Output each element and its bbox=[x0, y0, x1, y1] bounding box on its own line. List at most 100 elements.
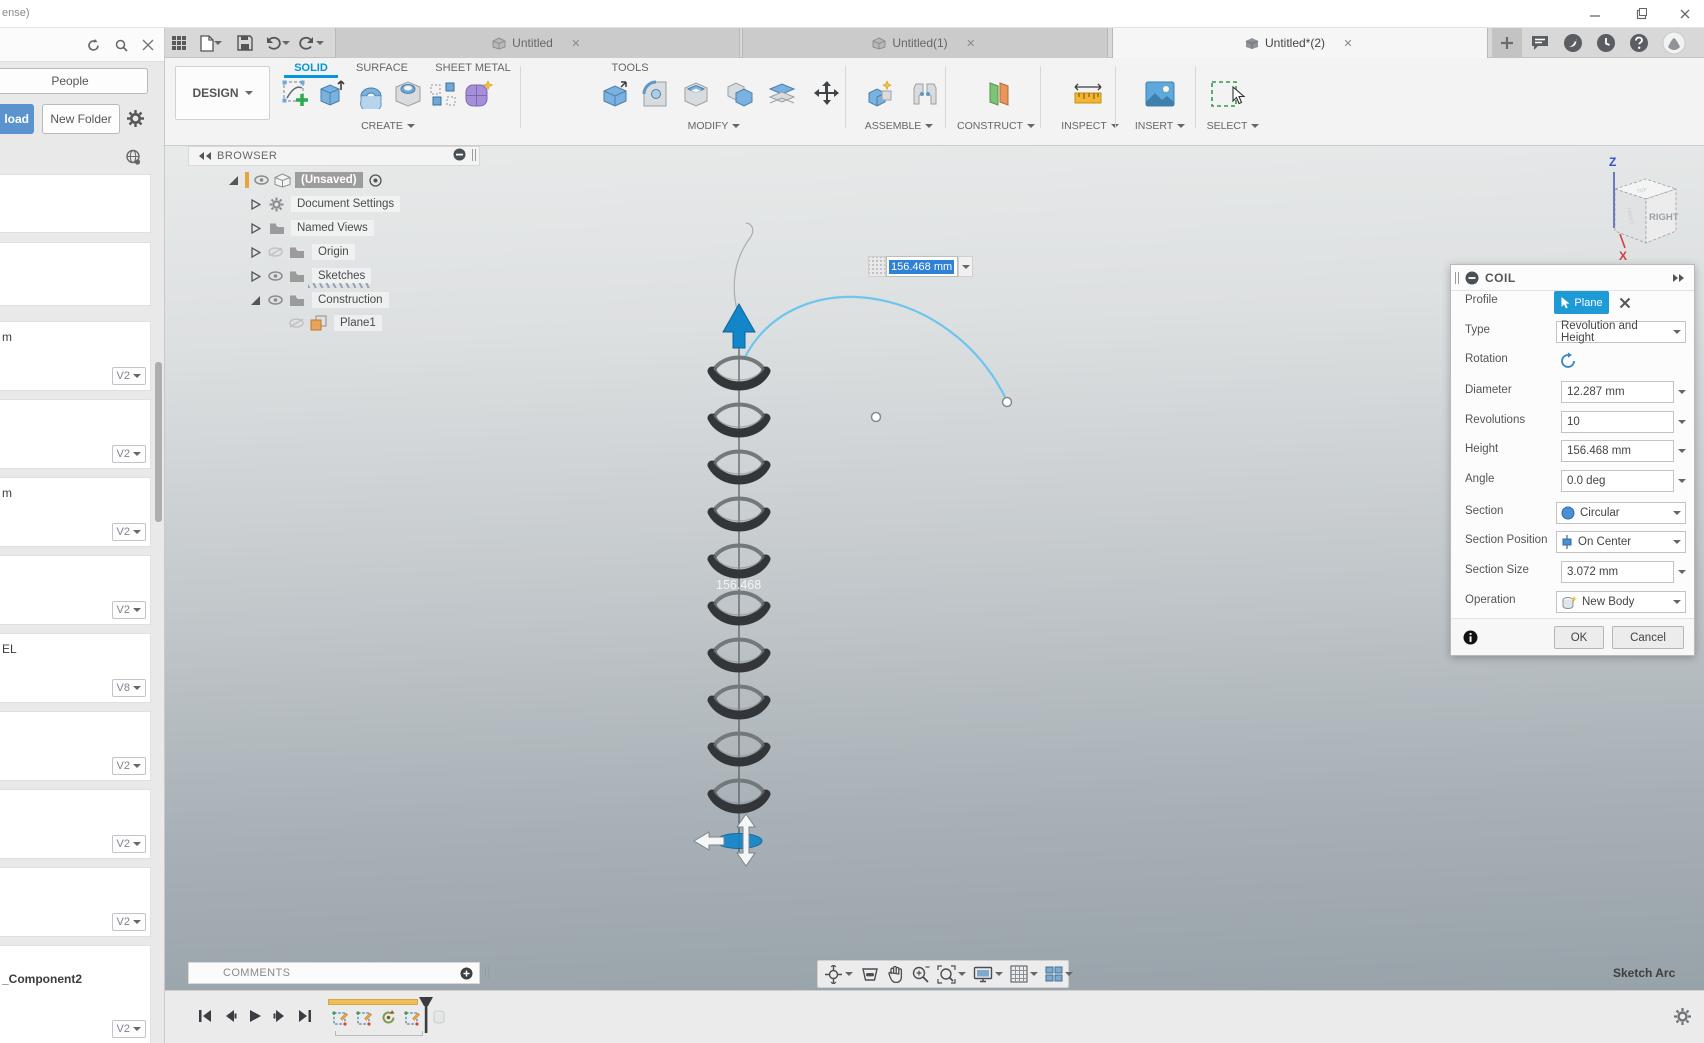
close-tab-icon[interactable]: ✕ bbox=[964, 37, 978, 50]
people-button[interactable]: People bbox=[0, 68, 148, 94]
browser-minimize-icon[interactable] bbox=[453, 148, 466, 161]
create-group-label[interactable]: CREATE bbox=[343, 118, 433, 134]
expand-triangle-icon[interactable] bbox=[251, 246, 261, 258]
section-size-input[interactable]: 3.072 mm bbox=[1561, 561, 1674, 583]
cancel-button[interactable]: Cancel bbox=[1612, 626, 1684, 649]
close-tab-icon[interactable]: ✕ bbox=[569, 37, 583, 50]
info-icon[interactable] bbox=[1463, 630, 1478, 645]
comments-notification-icon[interactable] bbox=[1527, 31, 1553, 55]
data-item-card[interactable] bbox=[0, 175, 150, 232]
version-badge[interactable]: V2 bbox=[111, 913, 146, 931]
data-item-card[interactable]: m V2 bbox=[0, 322, 150, 390]
activate-radio-icon[interactable] bbox=[368, 173, 382, 187]
expand-triangle-icon[interactable] bbox=[251, 222, 261, 234]
data-item-card[interactable]: EL V8 bbox=[0, 634, 150, 702]
browser-drag-grip[interactable] bbox=[472, 148, 476, 161]
version-badge[interactable]: V2 bbox=[111, 367, 146, 385]
design-workspace-selector[interactable]: DESIGN bbox=[175, 66, 270, 120]
version-badge[interactable]: V2 bbox=[111, 757, 146, 775]
hidden-eye-icon[interactable] bbox=[268, 247, 283, 257]
step-forward-button[interactable] bbox=[270, 1007, 290, 1025]
timeline-progress-bar[interactable] bbox=[328, 999, 418, 1005]
extrude-icon[interactable] bbox=[313, 74, 349, 114]
data-item-card[interactable]: _Component2 V2 bbox=[0, 946, 150, 1043]
browser-row-named-views[interactable]: Named Views bbox=[188, 217, 374, 239]
document-tab-untitled[interactable]: Untitled ✕ bbox=[335, 28, 740, 58]
comments-drag-grip[interactable] bbox=[485, 966, 489, 978]
angle-input[interactable]: 0.0 deg bbox=[1561, 470, 1674, 492]
timeline-settings-gear-icon[interactable] bbox=[1673, 1007, 1692, 1029]
tree-item-label[interactable]: Origin bbox=[312, 244, 355, 260]
save-icon[interactable] bbox=[234, 32, 256, 54]
zoom-icon[interactable] bbox=[911, 965, 930, 984]
data-item-card[interactable]: m V2 bbox=[0, 478, 150, 546]
expand-triangle-icon[interactable] bbox=[250, 295, 261, 306]
data-item-card[interactable]: V2 bbox=[0, 868, 150, 936]
expand-triangle-icon[interactable] bbox=[251, 198, 261, 210]
section-size-dropdown[interactable] bbox=[1678, 567, 1686, 579]
shared-globe-icon[interactable] bbox=[124, 148, 142, 166]
combine-icon[interactable] bbox=[722, 74, 758, 114]
dialog-drag-grip[interactable] bbox=[1455, 271, 1459, 284]
pan-icon[interactable] bbox=[887, 965, 904, 983]
profile-avatar[interactable] bbox=[1661, 31, 1687, 55]
go-to-end-button[interactable] bbox=[295, 1007, 315, 1025]
profile-selection-chip[interactable]: Plane bbox=[1554, 291, 1609, 314]
tree-item-label[interactable]: Construction bbox=[312, 292, 389, 308]
tree-item-label[interactable]: Sketches bbox=[312, 268, 372, 284]
revolutions-dropdown[interactable] bbox=[1678, 417, 1686, 429]
extensions-icon[interactable] bbox=[1560, 31, 1586, 55]
refresh-icon[interactable] bbox=[84, 36, 102, 54]
data-item-card[interactable]: V2 bbox=[0, 790, 150, 858]
settings-gear-icon[interactable] bbox=[126, 109, 144, 127]
browser-row-document-settings[interactable]: Document Settings bbox=[188, 193, 401, 215]
construct-plane-icon[interactable] bbox=[980, 74, 1016, 114]
move-icon[interactable] bbox=[809, 74, 845, 114]
version-badge[interactable]: V2 bbox=[111, 835, 146, 853]
document-tab-untitled1[interactable]: Untitled(1) ✕ bbox=[742, 28, 1108, 58]
assemble-group-label[interactable]: ASSEMBLE bbox=[854, 118, 944, 134]
split-body-icon[interactable] bbox=[764, 74, 800, 114]
browser-row-root[interactable]: (Unsaved) bbox=[188, 169, 382, 191]
tree-item-label[interactable]: Plane1 bbox=[334, 315, 382, 331]
tree-item-label[interactable]: Named Views bbox=[291, 220, 374, 236]
create-sketch-icon[interactable] bbox=[278, 74, 314, 114]
coil-dialog-header[interactable]: COIL bbox=[1451, 265, 1694, 291]
timeline-sketch-feature-icon[interactable] bbox=[330, 1007, 350, 1027]
clear-selection-icon[interactable] bbox=[1619, 297, 1631, 309]
sketch-spline[interactable] bbox=[733, 222, 754, 315]
revolutions-input[interactable]: 10 bbox=[1561, 411, 1674, 433]
help-icon[interactable] bbox=[1626, 31, 1652, 55]
shell-icon[interactable] bbox=[678, 74, 714, 114]
hole-icon[interactable] bbox=[390, 74, 426, 114]
section-position-select[interactable]: On Center bbox=[1556, 531, 1686, 553]
tree-item-label[interactable]: Document Settings bbox=[291, 196, 401, 212]
dialog-expand-icon[interactable] bbox=[1672, 273, 1686, 283]
comments-bar[interactable]: COMMENTS bbox=[188, 962, 480, 984]
new-folder-button[interactable]: New Folder bbox=[42, 104, 120, 134]
dimension-drag-grip[interactable] bbox=[868, 256, 886, 277]
fillet-icon[interactable] bbox=[636, 74, 672, 114]
arc-center-handle[interactable] bbox=[870, 411, 882, 423]
close-tab-icon[interactable]: ✕ bbox=[1341, 37, 1355, 50]
timeline-coil-feature-icon[interactable] bbox=[378, 1007, 398, 1027]
press-pull-icon[interactable] bbox=[597, 74, 633, 114]
height-input[interactable]: 156.468 mm bbox=[1561, 440, 1674, 462]
timeline-pending-feature-icon[interactable] bbox=[429, 1007, 449, 1027]
root-document-label[interactable]: (Unsaved) bbox=[295, 172, 363, 188]
visibility-eye-icon[interactable] bbox=[268, 271, 283, 281]
create-form-icon[interactable] bbox=[461, 74, 497, 114]
dialog-minimize-icon[interactable] bbox=[1465, 271, 1479, 285]
operation-select[interactable]: New Body bbox=[1556, 591, 1686, 613]
new-component-icon[interactable] bbox=[862, 74, 898, 114]
viewports-icon[interactable] bbox=[1045, 966, 1073, 982]
look-at-icon[interactable] bbox=[860, 966, 880, 983]
new-file-dropdown[interactable] bbox=[212, 32, 224, 54]
data-item-card[interactable]: V2 bbox=[0, 712, 150, 780]
diameter-dropdown[interactable] bbox=[1678, 387, 1686, 399]
diameter-manipulator-arrow[interactable] bbox=[693, 831, 725, 851]
job-status-clock-icon[interactable] bbox=[1593, 31, 1619, 55]
orbit-icon[interactable] bbox=[824, 964, 853, 984]
sketch-arc[interactable] bbox=[744, 296, 1008, 402]
document-tab-untitled2-active[interactable]: Untitled*(2) ✕ bbox=[1112, 28, 1488, 58]
